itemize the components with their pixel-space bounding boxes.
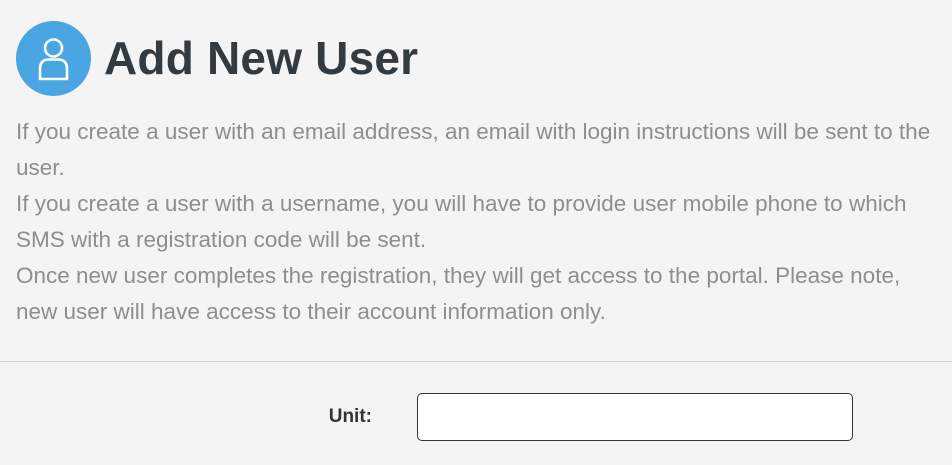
- page-title: Add New User: [104, 32, 419, 84]
- instructions-text: If you create a user with an email addre…: [16, 114, 931, 330]
- unit-label: Unit:: [328, 406, 372, 427]
- instruction-paragraph-email: If you create a user with an email addre…: [16, 119, 931, 180]
- instruction-paragraph-username: If you create a user with a username, yo…: [16, 191, 907, 252]
- instruction-paragraph-access: Once new user completes the registration…: [16, 263, 901, 324]
- unit-form-row: Unit:: [0, 393, 952, 441]
- section-divider: [0, 361, 952, 362]
- unit-input[interactable]: [417, 393, 853, 441]
- user-icon-glyph: [38, 37, 69, 80]
- user-icon: [16, 20, 91, 96]
- page-header: Add New User: [16, 20, 418, 96]
